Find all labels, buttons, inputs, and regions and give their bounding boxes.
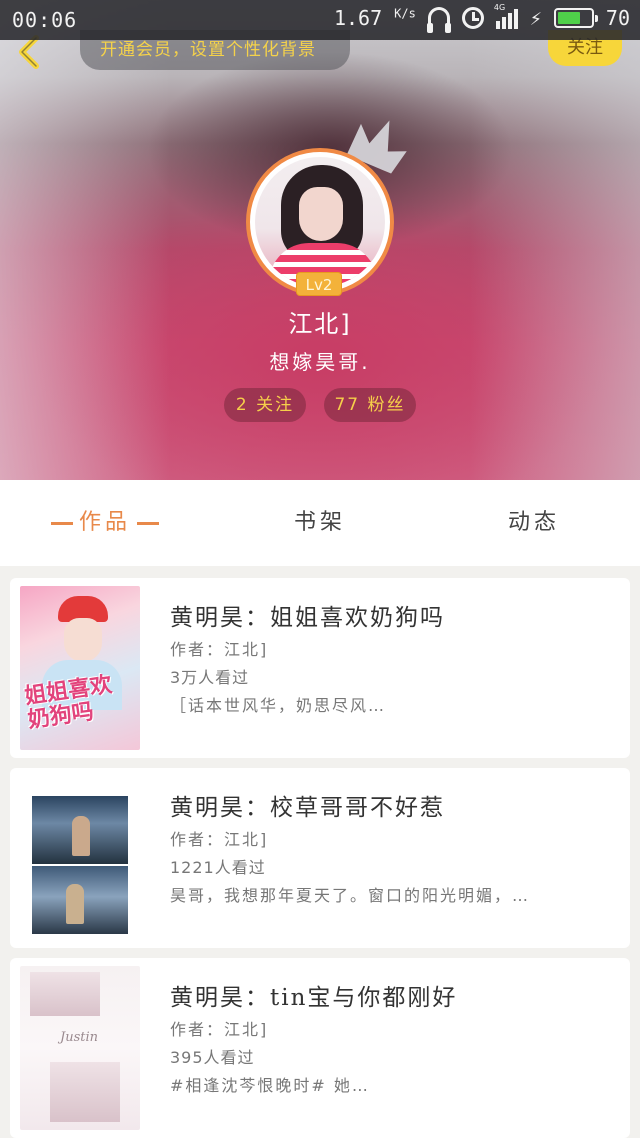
status-time: 00:06 (12, 8, 78, 32)
tab-bookshelf[interactable]: 书架 (260, 480, 380, 566)
tab-activity[interactable]: 动态 (474, 480, 594, 566)
book-author: 作者：江北] (170, 640, 269, 659)
book-views: 3万人看过 (170, 668, 250, 687)
book-title: 黄明昊：tin宝与你都刚好 (170, 985, 458, 1011)
book-title: 黄明昊：校草哥哥不好惹 (170, 795, 445, 821)
headphone-icon (426, 7, 451, 33)
battery-level: 70 (605, 6, 630, 30)
avatar[interactable]: Lv2 (246, 148, 394, 296)
profile-tabs: 作品 书架 动态 (0, 480, 640, 566)
book-cover: 姐姐喜欢奶狗吗 (20, 586, 140, 750)
fans-count-button[interactable]: 77 粉丝 (324, 388, 416, 422)
status-bar: 00:06 1.67 K/s 4G ⚡ 70 (0, 0, 640, 40)
book-author: 作者：江北] (170, 830, 269, 849)
book-description: #相逢沈芩恨晚时# 她… (170, 1076, 370, 1095)
following-count-button[interactable]: 2 关注 (224, 388, 306, 422)
active-tab-indicator (50, 521, 73, 525)
username: 江北] (288, 310, 352, 338)
book-cover: Justin (20, 966, 140, 1130)
level-badge: Lv2 (296, 272, 342, 296)
battery-icon (553, 8, 598, 28)
profile-header: 00:06 1.67 K/s 4G ⚡ 70 开通会员，设置个性化背景 关注 L… (0, 0, 640, 480)
avatar-photo (255, 157, 385, 287)
book-card[interactable]: 黄明昊：校草哥哥不好惹 作者：江北] 1221人看过 昊哥，我想那年夏天了。窗口… (10, 768, 630, 948)
book-description: ［话本世风华，奶思尽风… (170, 696, 387, 715)
book-views: 395人看过 (170, 1048, 255, 1067)
network-speed: 1.67 K/s (333, 6, 416, 30)
signature: 想嫁昊哥. (269, 350, 371, 374)
cover-title: Justin (60, 1030, 99, 1045)
book-description: 昊哥，我想那年夏天了。窗口的阳光明媚，… (170, 886, 531, 905)
book-author: 作者：江北] (170, 1020, 269, 1039)
alarm-icon (461, 7, 484, 29)
signal-icon: 4G (494, 3, 518, 29)
charging-icon: ⚡ (529, 6, 542, 30)
cover-title: 姐姐喜欢奶狗吗 (23, 672, 114, 734)
book-card[interactable]: Justin 黄明昊：tin宝与你都刚好 作者：江北] 395人看过 #相逢沈芩… (10, 958, 630, 1138)
book-views: 1221人看过 (170, 858, 266, 877)
tab-works[interactable]: 作品 (40, 480, 170, 566)
book-title: 黄明昊：姐姐喜欢奶狗吗 (170, 605, 445, 631)
book-cover (20, 776, 140, 940)
book-card[interactable]: 姐姐喜欢奶狗吗 黄明昊：姐姐喜欢奶狗吗 作者：江北] 3万人看过 ［话本世风华，… (10, 578, 630, 758)
